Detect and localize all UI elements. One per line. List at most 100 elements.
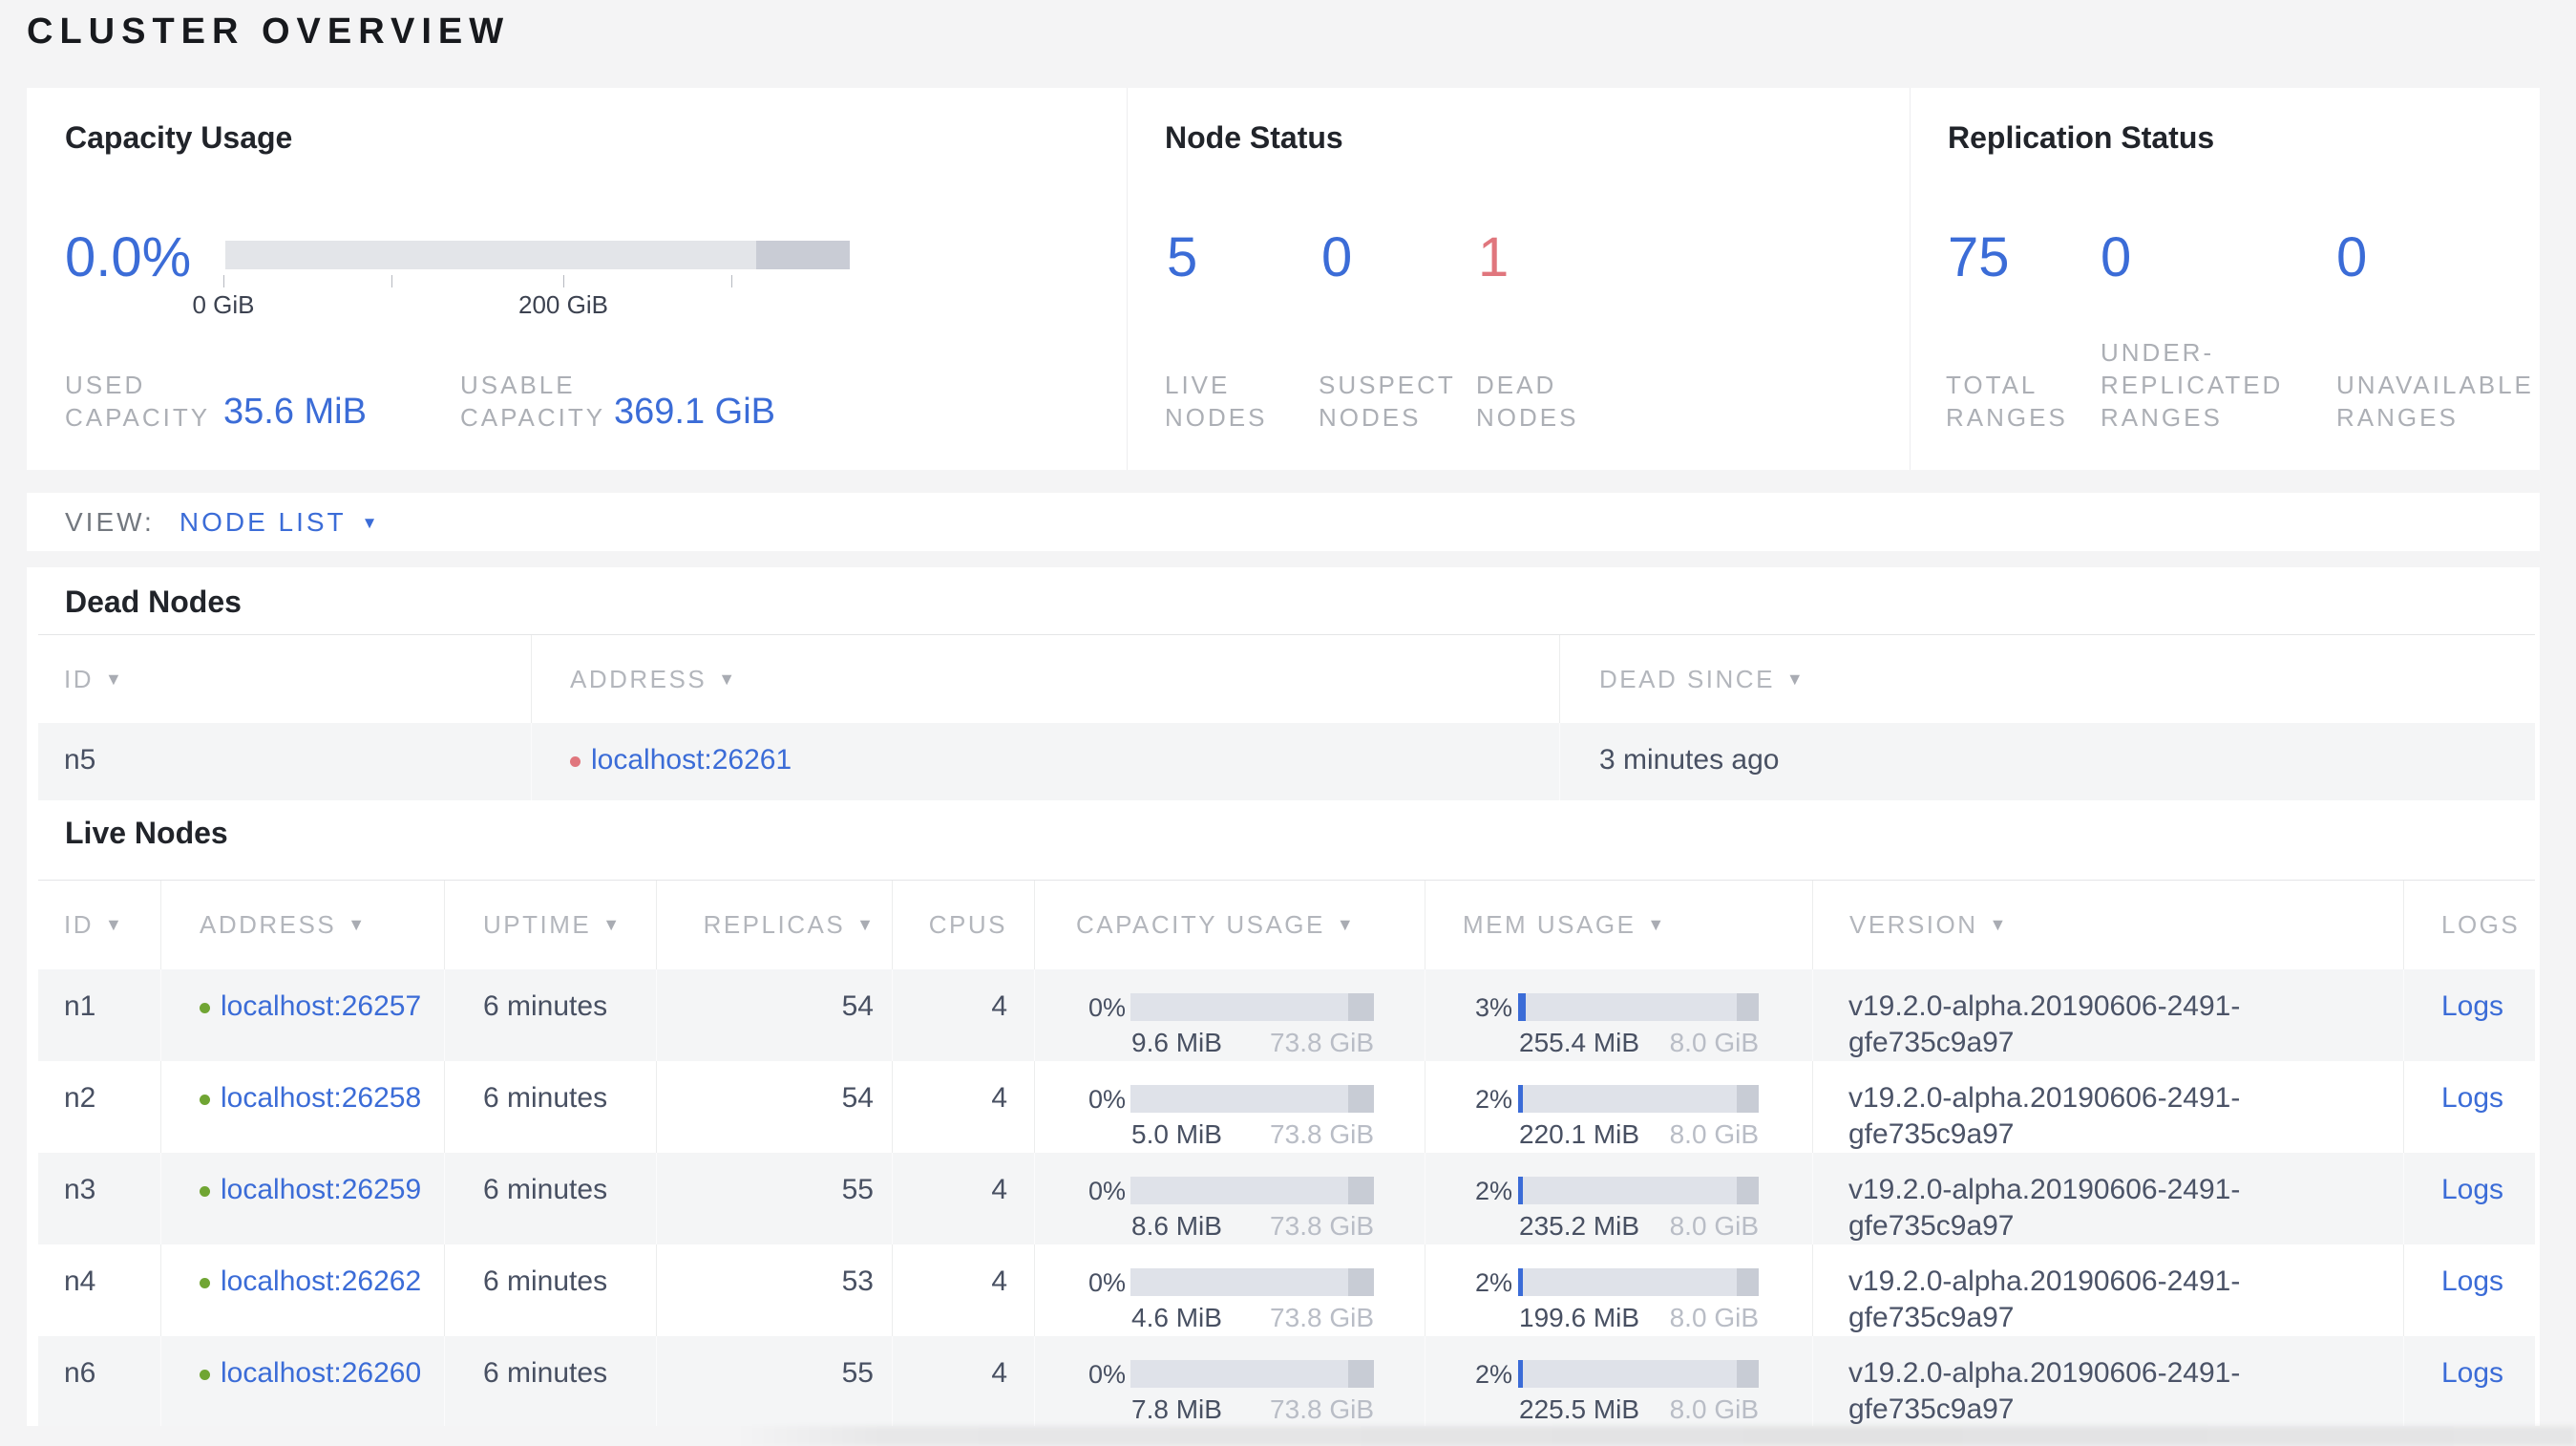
- node-id-cell: n2: [38, 1061, 161, 1153]
- node-list-dropdown[interactable]: NODE LIST ▼: [179, 507, 381, 538]
- capacity-percent: 0.0%: [65, 226, 192, 288]
- capacity-bar: [225, 241, 850, 269]
- version-cell: v19.2.0-alpha.20190606-2491-gfe735c9a97: [1813, 969, 2404, 1061]
- mem-mini-bar: [1518, 1268, 1759, 1296]
- stat-number: 1: [1478, 226, 1510, 288]
- stat-number: 0: [2336, 226, 2368, 288]
- column-header-id[interactable]: ID ▼: [38, 881, 161, 969]
- logs-cell: Logs: [2404, 1244, 2535, 1336]
- logs-link[interactable]: Logs: [2441, 1357, 2503, 1389]
- stat-number: 75: [1948, 226, 2010, 288]
- view-label: VIEW:: [65, 506, 155, 537]
- uptime-cell: 6 minutes: [445, 1336, 657, 1426]
- node-address-link[interactable]: localhost:26260: [221, 1357, 421, 1389]
- capacity-total-value: 73.8 GiB: [1270, 1028, 1374, 1057]
- logs-link[interactable]: Logs: [2441, 1174, 2503, 1205]
- capacity-used-value: 8.6 MiB: [1131, 1211, 1222, 1241]
- capacity-bar-reserved-segment: [1348, 1268, 1374, 1296]
- mem-bar-fill: [1518, 1177, 1524, 1204]
- mem-total-value: 8.0 GiB: [1669, 1028, 1759, 1057]
- replicas-cell: 55: [657, 1153, 893, 1244]
- column-header-replicas[interactable]: REPLICAS ▼: [657, 881, 893, 969]
- stat-label: SUSPECT NODES: [1319, 371, 1456, 432]
- mem-bar-reserved-segment: [1737, 1268, 1759, 1296]
- dropdown-caret-icon: ▼: [361, 513, 381, 532]
- mem-used-value: 199.6 MiB: [1519, 1303, 1640, 1332]
- node-address-link[interactable]: localhost:26258: [221, 1082, 421, 1114]
- node-address-link[interactable]: localhost:26259: [221, 1174, 421, 1205]
- sort-arrow-icon: ▼: [348, 915, 366, 934]
- capacity-total-value: 73.8 GiB: [1270, 1394, 1374, 1424]
- capacity-used-value: 9.6 MiB: [1131, 1028, 1222, 1057]
- sort-arrow-icon: ▼: [718, 669, 736, 689]
- live-nodes-header-row: ID ▼ ADDRESS ▼ UPTIME ▼ REPLICAS ▼ CPUS: [38, 880, 2535, 969]
- mem-bar-fill: [1518, 1085, 1524, 1113]
- column-header-address[interactable]: ADDRESS ▼: [161, 881, 445, 969]
- axis-tick: [563, 275, 564, 287]
- panel-divider: [1910, 88, 1911, 470]
- node-address-link[interactable]: localhost:26261: [591, 744, 792, 776]
- stat-number: 5: [1167, 226, 1198, 288]
- column-header-version[interactable]: VERSION ▼: [1813, 881, 2404, 969]
- logs-link[interactable]: Logs: [2441, 1082, 2503, 1114]
- mem-bar-reserved-segment: [1737, 993, 1759, 1021]
- node-address-link[interactable]: localhost:26257: [221, 990, 421, 1022]
- stat-label: UNAVAILABLE RANGES: [2336, 371, 2534, 432]
- nodes-tables-card: Dead Nodes ID ▼ ADDRESS ▼ DEAD SINCE ▼ n…: [27, 567, 2540, 1426]
- stat-label: LIVE NODES: [1165, 371, 1268, 432]
- mem-used-value: 220.1 MiB: [1519, 1119, 1640, 1149]
- axis-tick-label: 200 GiB: [518, 290, 608, 319]
- node-address-cell: localhost:26260: [161, 1336, 445, 1426]
- mem-mini-bar: [1518, 993, 1759, 1021]
- live-nodes-table: ID ▼ ADDRESS ▼ UPTIME ▼ REPLICAS ▼ CPUS: [38, 880, 2535, 1426]
- column-header-uptime[interactable]: UPTIME ▼: [445, 881, 657, 969]
- replicas-cell: 55: [657, 1336, 893, 1426]
- capacity-bar-reserved-segment: [1348, 993, 1374, 1021]
- capacity-mini-bar: [1130, 1268, 1374, 1296]
- column-header-dead-since[interactable]: DEAD SINCE ▼: [1560, 635, 2535, 723]
- capacity-bar-reserved-segment: [756, 241, 850, 269]
- logs-link[interactable]: Logs: [2441, 1265, 2503, 1297]
- capacity-mini-bar: [1130, 1177, 1374, 1204]
- capacity-percent-label: 0%: [1087, 1085, 1126, 1114]
- logs-cell: Logs: [2404, 1153, 2535, 1244]
- capacity-used-value: 7.8 MiB: [1131, 1394, 1222, 1424]
- mem-bar-reserved-segment: [1737, 1360, 1759, 1388]
- sort-arrow-icon: ▼: [1336, 915, 1354, 934]
- cpus-cell: 4: [893, 1336, 1035, 1426]
- view-bar: VIEW: NODE LIST ▼: [27, 493, 2540, 551]
- column-header-address[interactable]: ADDRESS ▼: [532, 635, 1560, 723]
- sort-arrow-icon: ▼: [856, 915, 874, 934]
- mem-percent-label: 2%: [1474, 1085, 1512, 1114]
- overview-summary-card: Capacity Usage 0.0% 0 GiB 200 GiB USED C…: [27, 88, 2540, 470]
- mem-usage-cell: 2% 199.6 MiB 8.0 GiB: [1425, 1244, 1813, 1336]
- capacity-usage-cell: 0% 7.8 MiB 73.8 GiB: [1035, 1336, 1425, 1426]
- stat-number: 0: [1321, 226, 1353, 288]
- node-address-link[interactable]: localhost:26262: [221, 1265, 421, 1297]
- table-row: n5 localhost:26261 3 minutes ago: [38, 723, 2535, 800]
- node-id-cell: n3: [38, 1153, 161, 1244]
- mem-used-value: 225.5 MiB: [1519, 1394, 1640, 1424]
- node-address-cell: localhost:26259: [161, 1153, 445, 1244]
- capacity-bar-reserved-segment: [1348, 1085, 1374, 1113]
- stat-value: 369.1 GiB: [614, 392, 775, 432]
- column-header-id[interactable]: ID ▼: [38, 635, 532, 723]
- node-id-cell: n1: [38, 969, 161, 1061]
- node-address-cell: localhost:26261: [532, 723, 1560, 800]
- column-header-capacity-usage[interactable]: CAPACITY USAGE ▼: [1035, 881, 1425, 969]
- mem-mini-bar: [1518, 1177, 1759, 1204]
- version-cell: v19.2.0-alpha.20190606-2491-gfe735c9a97: [1813, 1244, 2404, 1336]
- stat-value: 35.6 MiB: [223, 392, 367, 432]
- column-header-mem-usage[interactable]: MEM USAGE ▼: [1425, 881, 1813, 969]
- mem-usage-cell: 3% 255.4 MiB 8.0 GiB: [1425, 969, 1813, 1061]
- capacity-bar-reserved-segment: [1348, 1360, 1374, 1388]
- axis-tick: [391, 275, 392, 287]
- capacity-used-value: 5.0 MiB: [1131, 1119, 1222, 1149]
- mem-percent-label: 3%: [1474, 993, 1512, 1022]
- sort-arrow-icon: ▼: [1785, 669, 1804, 689]
- panel-title: Node Status: [1165, 120, 1343, 155]
- live-node-dot-icon: [200, 1186, 210, 1197]
- live-nodes-title: Live Nodes: [65, 816, 228, 850]
- mem-bar-reserved-segment: [1737, 1085, 1759, 1113]
- logs-link[interactable]: Logs: [2441, 990, 2503, 1022]
